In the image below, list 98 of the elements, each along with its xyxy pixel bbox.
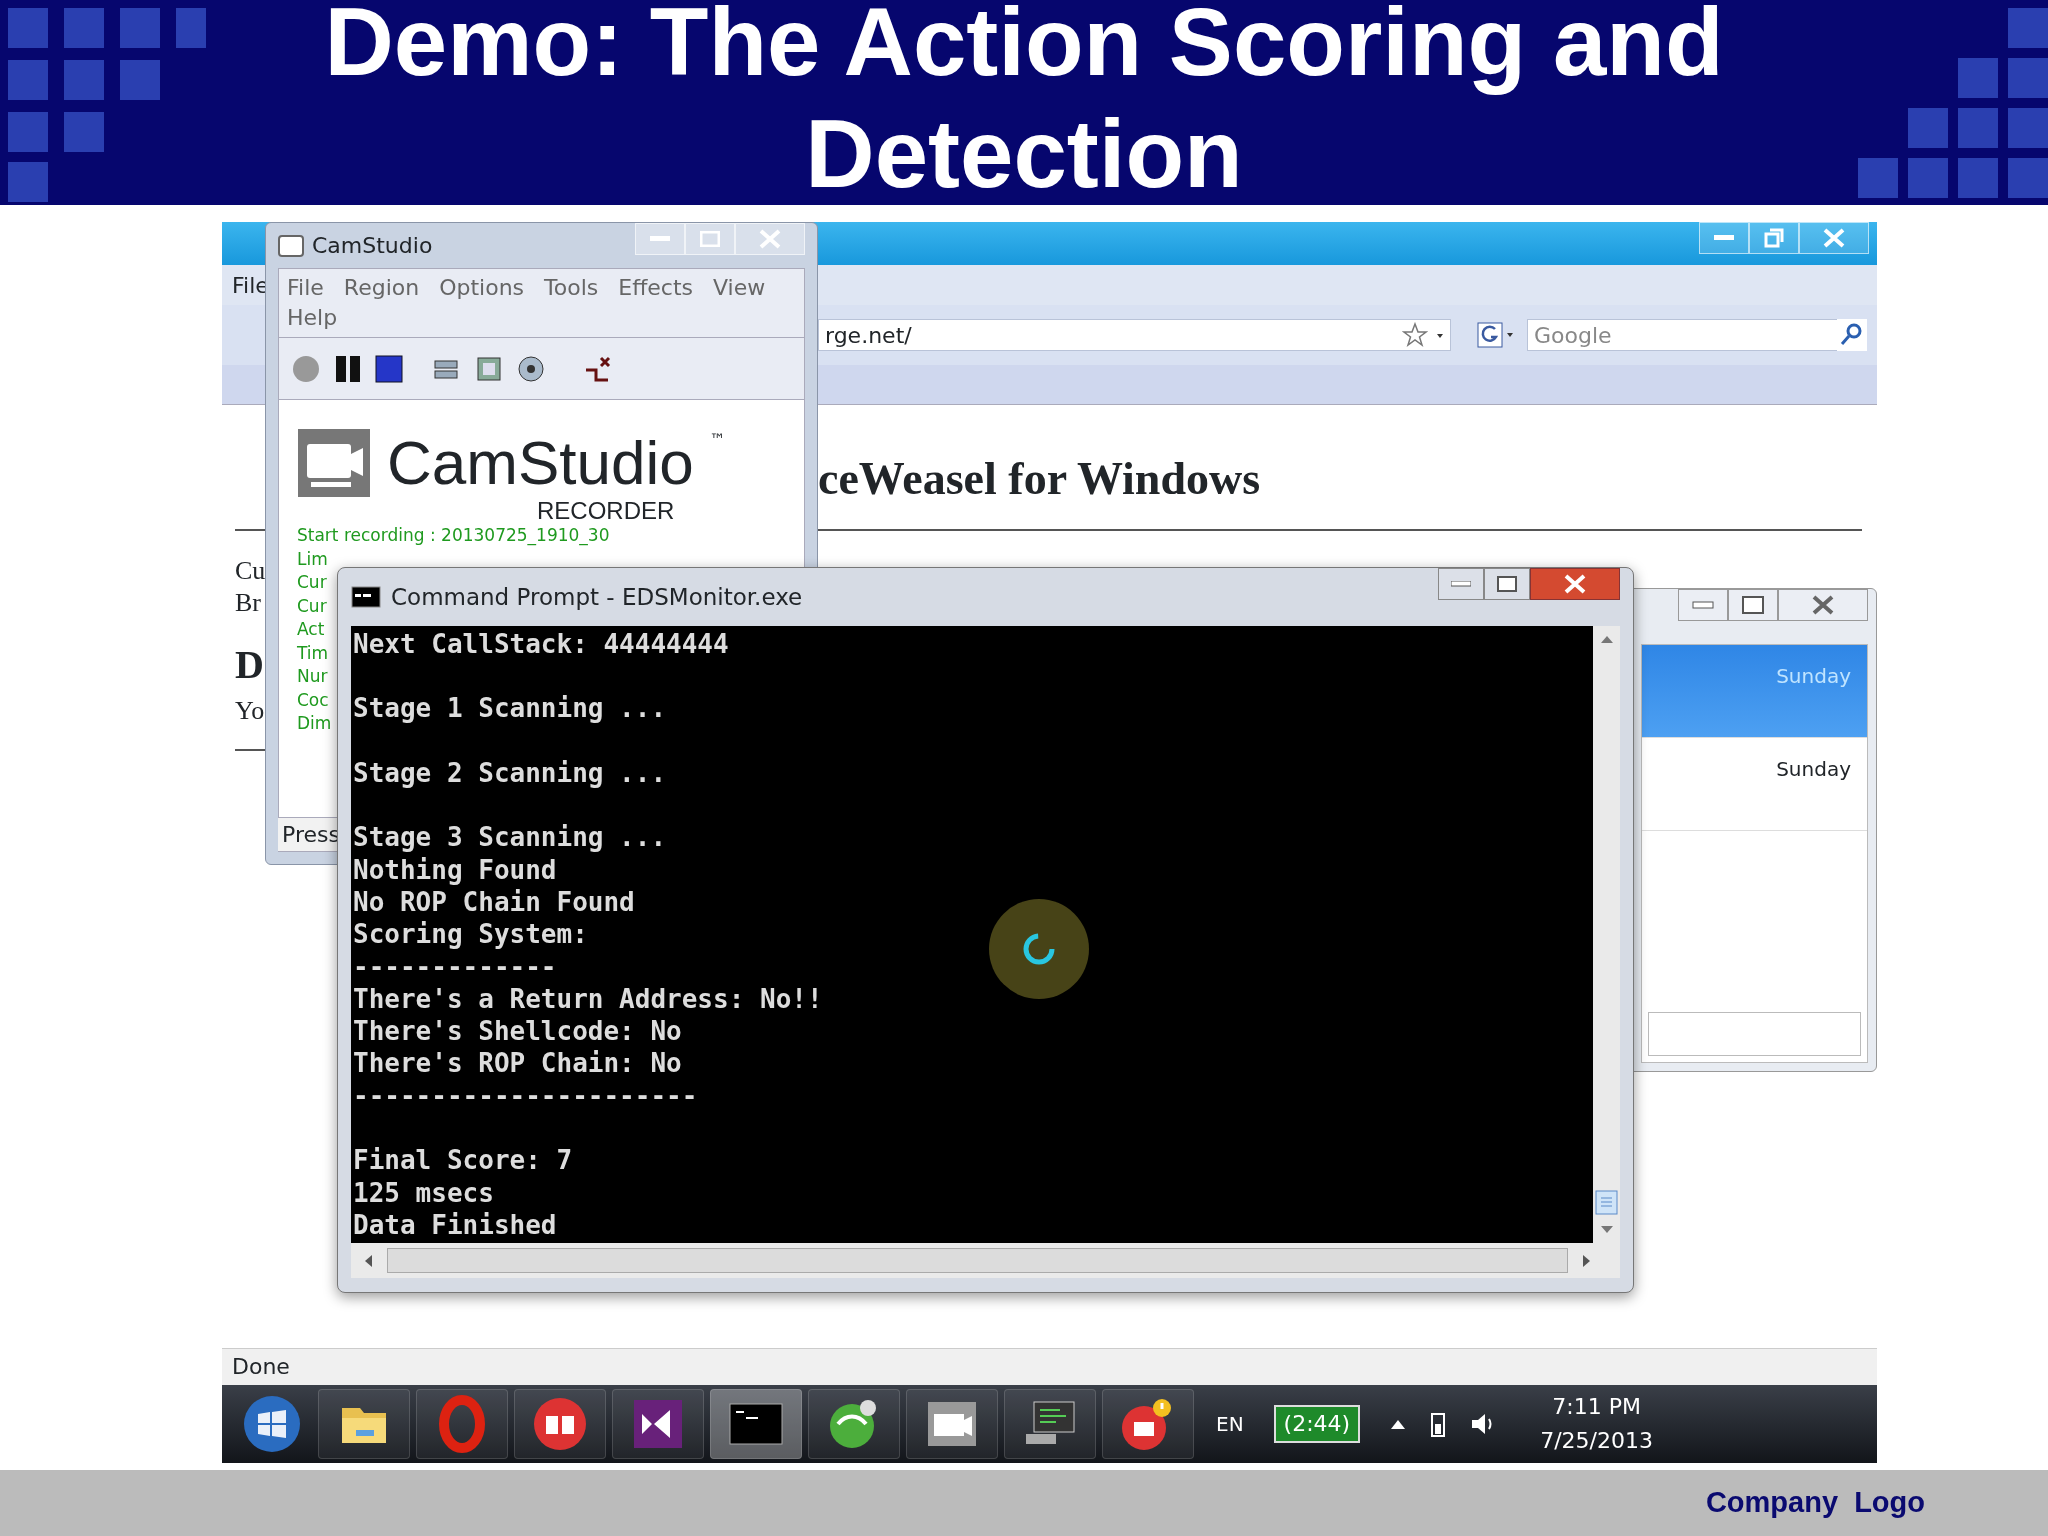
list-row[interactable]: Sunday xyxy=(1642,645,1867,738)
status-text: Coc xyxy=(297,688,329,712)
address-field[interactable]: rge.net/ xyxy=(818,319,1451,351)
logo-subtitle: RECORDER xyxy=(537,498,676,524)
disc-icon[interactable] xyxy=(517,354,545,383)
console-line: Stage 2 Scanning ... xyxy=(353,756,667,790)
taskbar-button[interactable] xyxy=(318,1389,410,1459)
battery-indicator[interactable]: (2:44) xyxy=(1273,1405,1361,1443)
battery-icon[interactable] xyxy=(1430,1410,1447,1438)
scrollbar[interactable] xyxy=(1593,625,1620,1244)
language-indicator[interactable]: EN xyxy=(1216,1409,1244,1439)
heading-text: D xyxy=(235,649,264,681)
minimize-icon xyxy=(650,236,670,242)
taskbar-button[interactable] xyxy=(906,1389,998,1459)
minimize-icon xyxy=(1692,601,1714,609)
console-line: Final Score: 7 xyxy=(353,1144,573,1177)
stop-icon[interactable] xyxy=(375,354,403,383)
console-line: ------------- xyxy=(353,950,557,983)
slide-title: Detection xyxy=(805,99,1243,205)
logo-text: CamStudio xyxy=(387,432,694,494)
console-icon xyxy=(351,585,381,608)
taskbar-button[interactable] xyxy=(1004,1389,1096,1459)
taskbar-button[interactable] xyxy=(1102,1389,1194,1459)
body-text: Cu xyxy=(235,555,266,587)
star-icon[interactable] xyxy=(1402,322,1428,348)
maximize-button[interactable] xyxy=(1728,589,1778,621)
minimize-icon xyxy=(1451,581,1471,587)
close-icon xyxy=(1823,228,1845,248)
taskbar-button[interactable] xyxy=(710,1389,802,1459)
status-text: Cur xyxy=(297,594,327,618)
maximize-icon xyxy=(700,231,720,247)
console-line: Stage 3 Scanning ... xyxy=(353,821,667,854)
taskbar-button[interactable] xyxy=(612,1389,704,1459)
input-field[interactable] xyxy=(1648,1012,1861,1056)
film-icon[interactable] xyxy=(475,354,503,383)
day-text: Sunday xyxy=(1776,757,1851,781)
camera-logo-icon xyxy=(297,428,371,498)
menu-item[interactable]: Options xyxy=(439,273,525,303)
console-line: Next CallStack: 44444444 xyxy=(353,627,729,660)
clock-time[interactable]: 7:11 PM xyxy=(1540,1390,1653,1424)
window-icon xyxy=(278,233,304,258)
maximize-icon xyxy=(1742,596,1764,614)
pause-icon[interactable] xyxy=(335,354,361,383)
maximize-icon xyxy=(1497,576,1517,592)
console-line: There's a Return Address: No!! xyxy=(353,982,823,1016)
console-line: ---------------------- xyxy=(353,1079,698,1113)
status-text: Cur xyxy=(297,571,327,594)
window-title: CamStudio xyxy=(312,232,433,260)
menu-item[interactable]: View xyxy=(713,273,766,303)
clock-date[interactable]: 7/25/2013 xyxy=(1540,1424,1653,1458)
console-line: No ROP Chain Found xyxy=(353,885,635,919)
trademark-mark: ™ xyxy=(709,429,726,451)
body-text: Br xyxy=(235,587,261,619)
close-button[interactable] xyxy=(1530,568,1620,600)
minimize-icon xyxy=(1714,235,1734,241)
close-icon xyxy=(1811,595,1835,615)
menu-item[interactable]: Region xyxy=(343,273,420,303)
restore-icon xyxy=(1764,228,1784,248)
status-text: Act xyxy=(297,618,325,641)
scroll-thumb[interactable] xyxy=(1593,1189,1620,1217)
footer-text: Company Logo xyxy=(1705,1485,1925,1521)
window-title: Command Prompt - EDSMonitor.exe xyxy=(391,582,803,612)
windows-logo-icon xyxy=(242,1394,302,1454)
status-text: Nur xyxy=(297,665,328,688)
console-line: 125 msecs xyxy=(353,1176,494,1209)
console-line: There's ROP Chain: No xyxy=(353,1047,682,1080)
close-icon xyxy=(1564,574,1586,594)
console-line: Scoring System: xyxy=(353,918,588,951)
menu-item[interactable]: Help xyxy=(287,303,338,333)
scroll-thumb[interactable] xyxy=(387,1248,1568,1274)
taskbar-button[interactable] xyxy=(808,1389,900,1459)
minimize-button[interactable] xyxy=(1438,568,1484,600)
status-text: Tim xyxy=(297,641,329,665)
status-text: Lim xyxy=(297,547,328,571)
url-text: rge.net/ xyxy=(825,321,913,350)
body-text: Yo xyxy=(235,695,265,727)
page-heading: ceWeasel for Windows xyxy=(818,452,1262,506)
console-line: Data Finished xyxy=(353,1208,557,1242)
tray-arrow-icon[interactable] xyxy=(1390,1418,1407,1430)
scrollbar[interactable] xyxy=(351,1243,1620,1278)
list-row[interactable]: Sunday xyxy=(1642,738,1867,831)
slide-title: Demo: The Action Scoring and xyxy=(324,0,1724,97)
console-line: There's Shellcode: No xyxy=(353,1015,682,1048)
close-icon xyxy=(759,229,781,249)
status-text: Dim xyxy=(297,712,332,735)
menu-item[interactable]: Tools xyxy=(544,273,599,303)
close-button[interactable] xyxy=(1778,589,1868,621)
menu-item[interactable]: Effects xyxy=(618,273,694,303)
status-text: Start recording : 20130725_1910_30 xyxy=(297,524,610,548)
taskbar-button[interactable] xyxy=(514,1389,606,1459)
menu-item[interactable]: File xyxy=(287,273,324,303)
search-field[interactable]: Google xyxy=(1527,319,1837,351)
console-line: Nothing Found xyxy=(353,853,557,886)
maximize-button[interactable] xyxy=(1484,568,1530,600)
day-text: Sunday xyxy=(1776,664,1851,688)
status-bar-text: Done xyxy=(222,1348,1877,1385)
loading-spinner-icon xyxy=(988,897,1090,1000)
console-line: Stage 1 Scanning ... xyxy=(353,692,667,725)
